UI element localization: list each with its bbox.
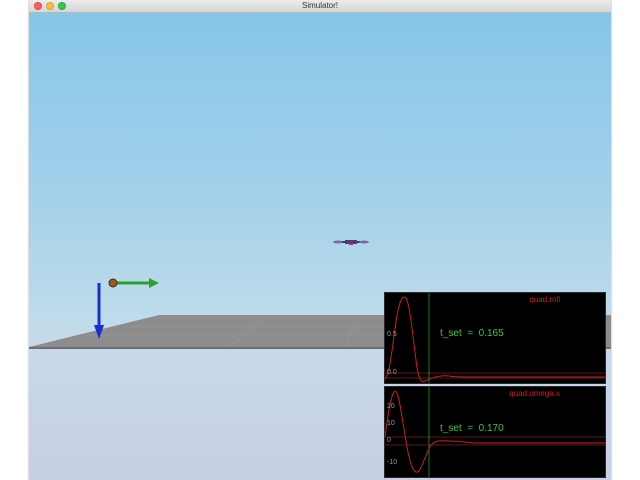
plot-omega-x-tick-10: 10 — [387, 420, 395, 427]
simulator-window: Simulator! quad.roll 0.5 0.0 t_set = 0.1… — [29, 0, 611, 480]
drone-model — [333, 240, 369, 245]
window-title: Simulator! — [301, 1, 338, 10]
plot-roll-title: quad.roll — [529, 295, 560, 304]
plot-omega-x-title: quad.omega.x — [509, 389, 560, 398]
plot-omega-x-tick-20: 20 — [387, 403, 395, 410]
plot-omega-x-tset: t_set = 0.170 — [440, 423, 504, 434]
plot-omega-x: quad.omega.x 20 10 0 -10 t_set = 0.170 — [384, 386, 606, 478]
title-bar: Simulator! — [29, 0, 611, 13]
plot-omega-x-tick-neg10: -10 — [387, 459, 398, 466]
3d-viewport[interactable]: quad.roll 0.5 0.0 t_set = 0.165 quad.ome… — [29, 13, 611, 480]
plot-roll-tset: t_set = 0.165 — [440, 328, 504, 339]
plot-roll-tick-0-0: 0.0 — [387, 369, 397, 376]
plot-roll: quad.roll 0.5 0.0 t_set = 0.165 — [384, 292, 606, 384]
plot-roll-tick-0-5: 0.5 — [387, 331, 397, 338]
plot-omega-x-tick-0: 0 — [387, 437, 391, 444]
